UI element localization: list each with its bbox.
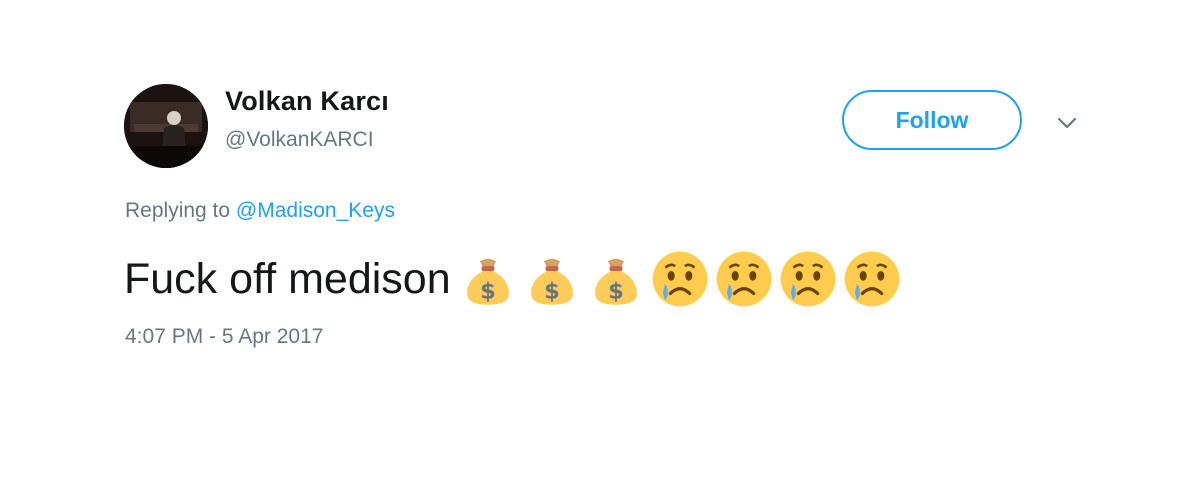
svg-text:$: $ — [480, 278, 496, 304]
crying-face-icon — [780, 251, 836, 307]
replying-to-line: Replying to @Madison_Keys — [125, 199, 395, 223]
more-options-button[interactable] — [1052, 110, 1082, 136]
money-bag-icon: $ — [530, 258, 573, 305]
replying-to-label: Replying to — [125, 199, 231, 222]
avatar[interactable] — [124, 84, 208, 168]
crying-face-icon — [716, 251, 772, 307]
emoji-row: $ $ $ — [459, 250, 901, 308]
crying-face-icon — [844, 251, 900, 307]
money-bag-icon: $ — [466, 258, 509, 305]
reply-mention-link[interactable]: @Madison_Keys — [236, 199, 395, 222]
follow-button[interactable]: Follow — [842, 90, 1022, 150]
tweet-timestamp[interactable]: 4:07 PM - 5 Apr 2017 — [125, 325, 323, 349]
display-name[interactable]: Volkan Karcı — [225, 86, 389, 117]
svg-text:$: $ — [544, 278, 560, 304]
user-handle[interactable]: @VolkanKARCI — [225, 128, 374, 152]
avatar-photo — [124, 84, 208, 168]
crying-face-icon — [652, 251, 708, 307]
money-bag-icon: $ — [594, 258, 637, 305]
tweet-card: Volkan Karcı @VolkanKARCI Follow Replyin… — [0, 0, 1200, 489]
chevron-down-icon — [1057, 117, 1077, 129]
tweet-text: Fuck off medison — [124, 255, 451, 303]
svg-text:$: $ — [608, 278, 624, 304]
tweet-body: Fuck off medison $ $ $ — [124, 250, 901, 308]
